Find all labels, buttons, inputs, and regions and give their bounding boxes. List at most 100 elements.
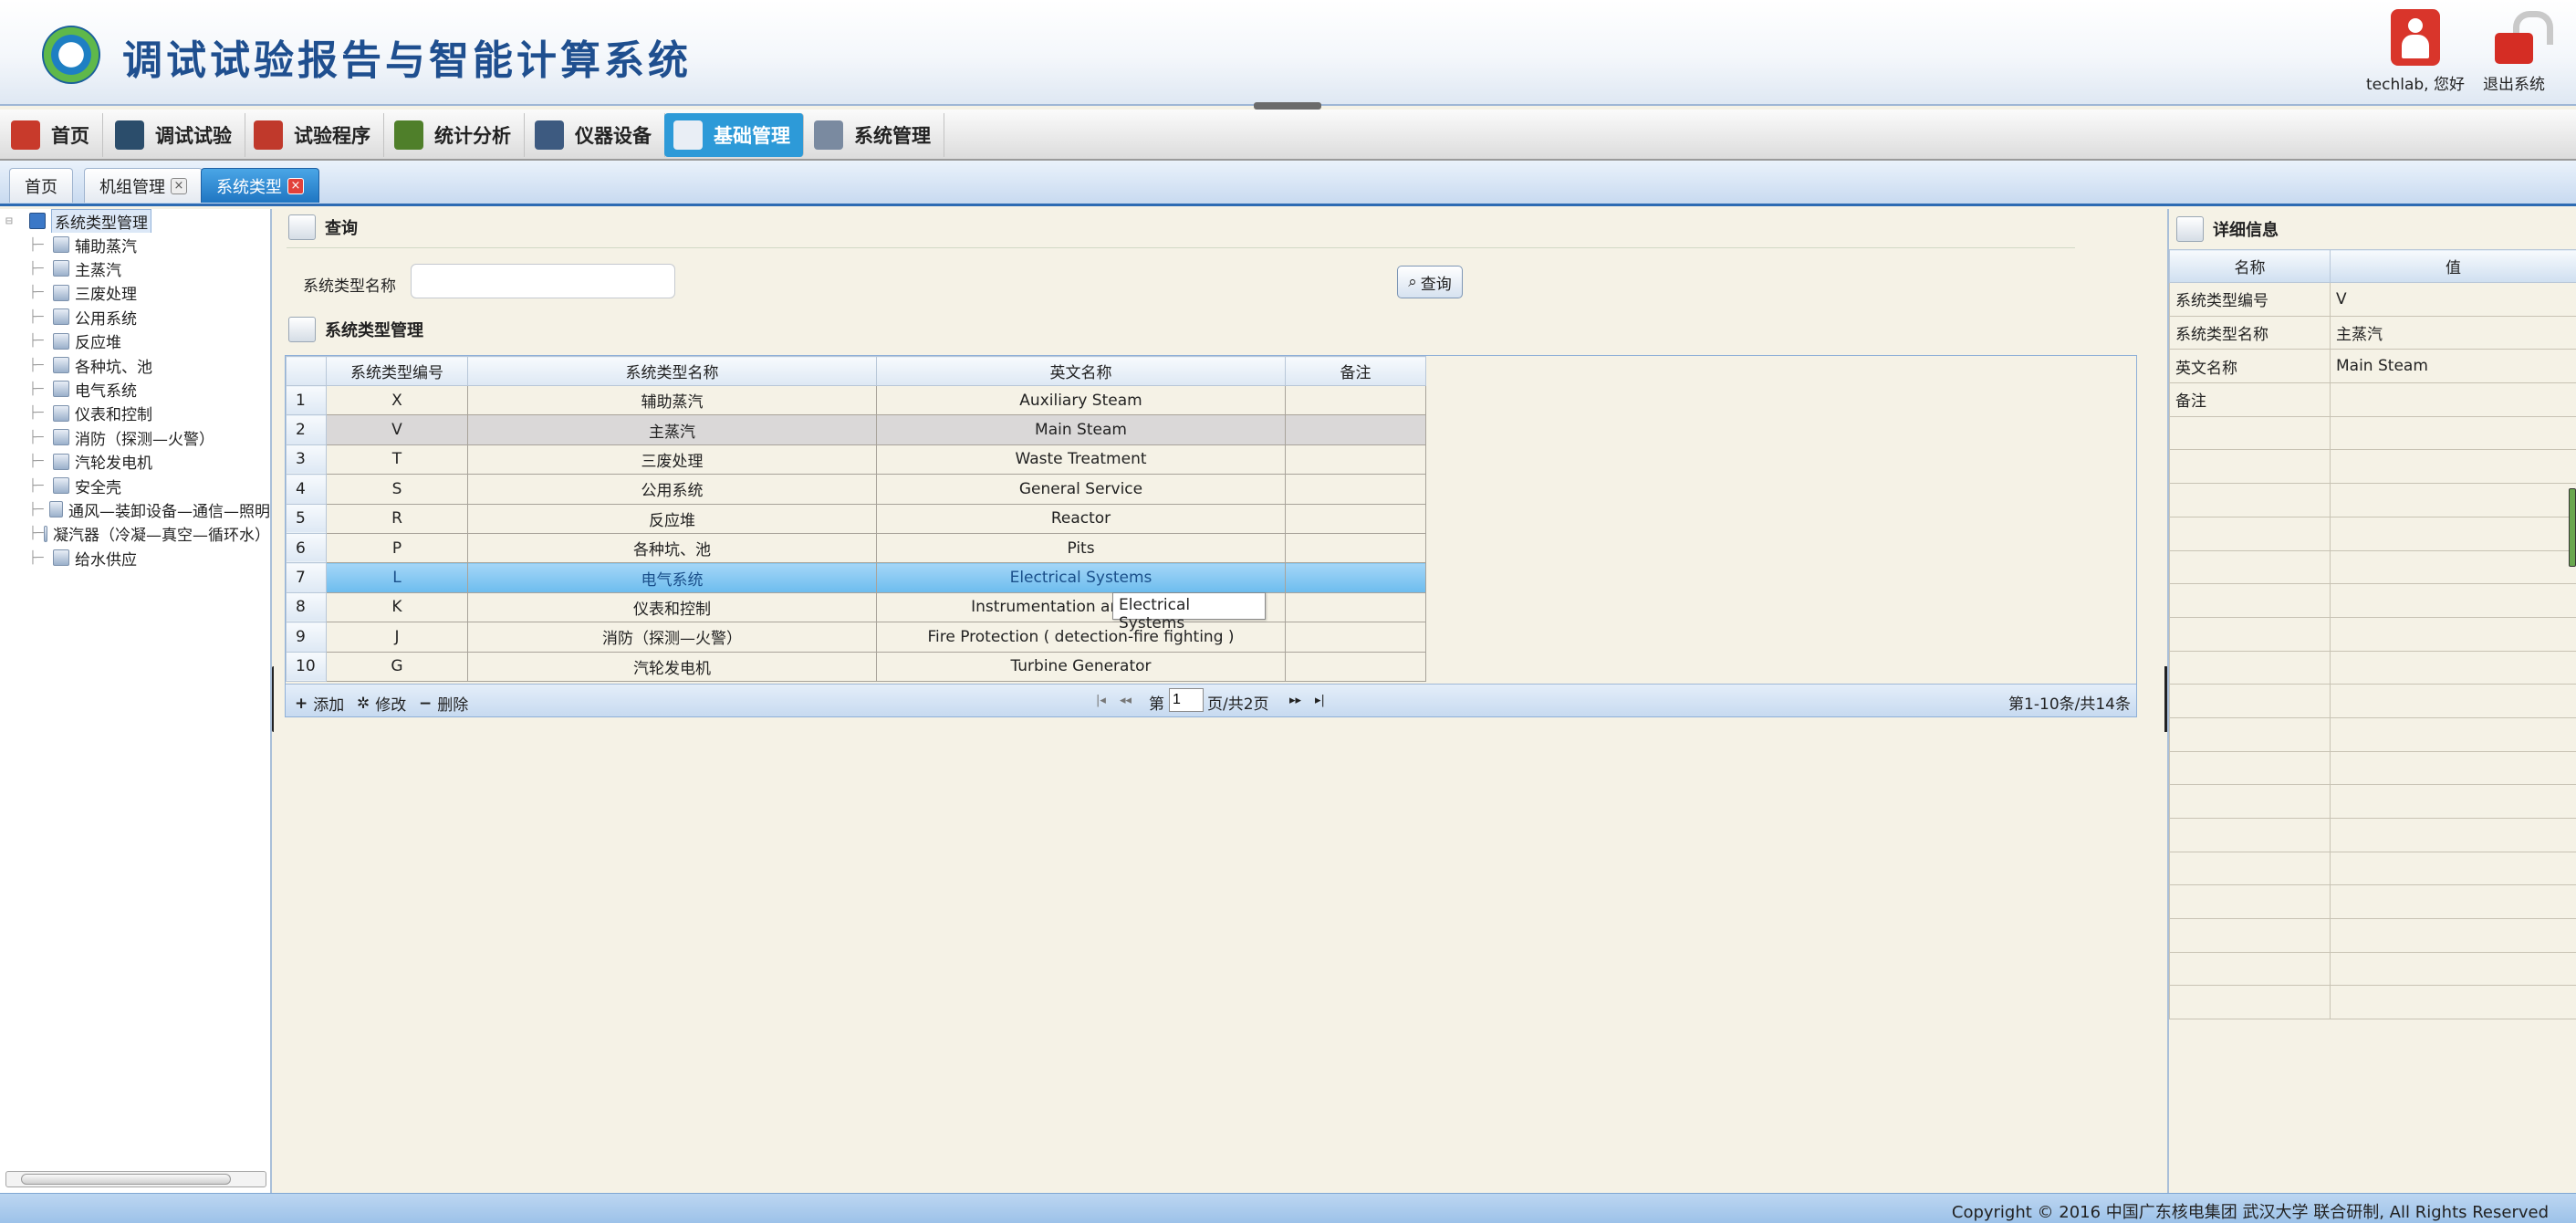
logout-button[interactable]: 退出系统 [2464, 9, 2564, 94]
tree-horizontal-scrollbar[interactable] [5, 1171, 266, 1187]
tree-item[interactable]: ├─ 凝汽器（冷凝—真空—循环水） [0, 522, 270, 546]
nav-item-instruments[interactable]: 仪器设备 [526, 113, 665, 157]
detail-name [2169, 583, 2331, 618]
detail-value [2330, 483, 2576, 517]
first-page-icon[interactable]: |◂ [1096, 694, 1106, 707]
column-header-name[interactable]: 系统类型名称 [467, 356, 877, 386]
table-row[interactable]: 9 J 消防（探测—火警） Fire Protection ( detection-f… [286, 622, 1426, 653]
table-row[interactable]: 5 R 反应堆 Reactor [286, 503, 1426, 534]
cell-code: X [326, 384, 468, 416]
detail-value [2330, 884, 2576, 920]
tree-root[interactable]: ⊟ 系统类型管理 [0, 209, 270, 233]
query-button[interactable]: ⌕ 查询 [1397, 266, 1463, 298]
detail-row [2169, 951, 2576, 987]
nav-item-system-management[interactable]: 系统管理 [805, 113, 944, 157]
detail-name [2169, 716, 2331, 752]
table-row[interactable]: 7 L 电气系统 Electrical Systems [286, 562, 1426, 593]
detail-row [2169, 684, 2576, 718]
detail-row [2169, 549, 2576, 585]
grid-pager: +添加 ✲修改 −删除 |◂ ◂◂ 第 页/共2页 ▸▸ ▸| 第1-10条/共… [286, 684, 2136, 716]
delete-button[interactable]: − 删除 [419, 692, 468, 716]
tab-unit-management[interactable]: 机组管理 × [84, 168, 203, 203]
tree-item[interactable]: ├─ 反应堆 [0, 329, 270, 353]
tree-item[interactable]: ├─ 主蒸汽 [0, 256, 270, 280]
table-row[interactable]: 4 S 公用系统 General Service [286, 474, 1426, 505]
gauge-icon [115, 120, 144, 150]
close-icon[interactable]: × [171, 177, 187, 194]
detail-value [2330, 382, 2576, 417]
cell-name: 消防（探测—火警） [467, 622, 877, 653]
tree-connector: ├─ [29, 527, 44, 541]
app-header: 调试试验报告与智能计算系统 techlab, 您好 退出系统 [0, 0, 2576, 106]
nav-item-procedures[interactable]: 试验程序 [245, 113, 384, 157]
table-row[interactable]: 1 X 辅助蒸汽 Auxiliary Steam [286, 384, 1426, 416]
node-icon [53, 404, 69, 422]
cell-remark [1285, 651, 1426, 682]
table-row[interactable]: 10 G 汽轮发电机 Turbine Generator [286, 651, 1426, 682]
header-collapse-handle[interactable] [1254, 102, 1321, 110]
detail-row [2169, 415, 2576, 451]
user-profile-button[interactable]: techlab, 您好 [2365, 9, 2466, 94]
node-icon [53, 453, 69, 470]
tree-item[interactable]: ├─ 安全壳 [0, 474, 270, 497]
cell-en: Main Steam [876, 414, 1286, 445]
tab-system-type[interactable]: 系统类型 × [201, 168, 319, 203]
edit-button[interactable]: ✲ 修改 [357, 692, 406, 716]
table-row[interactable]: 3 T 三废处理 Waste Treatment [286, 444, 1426, 476]
tree-item[interactable]: ├─ 各种坑、池 [0, 353, 270, 377]
tree-connector: ├─ [29, 309, 44, 324]
tree-item[interactable]: ├─ 通风—装卸设备—通信—照明 [0, 497, 270, 521]
cell-name: 各种坑、池 [467, 532, 877, 564]
page-number-input[interactable] [1169, 688, 1204, 712]
nav-item-commissioning[interactable]: 调试试验 [106, 113, 245, 157]
tree-item[interactable]: ├─ 仪表和控制 [0, 402, 270, 425]
table-row[interactable]: 2 V 主蒸汽 Main Steam [286, 414, 1426, 445]
tree-item[interactable]: ├─ 电气系统 [0, 377, 270, 401]
cell-remark [1285, 444, 1426, 476]
detail-row [2169, 884, 2576, 920]
prev-page-icon[interactable]: ◂◂ [1120, 694, 1132, 707]
unlock-icon [2489, 9, 2539, 66]
last-page-icon[interactable]: ▸| [1315, 694, 1325, 707]
detail-name [2169, 549, 2331, 585]
detail-name: 系统类型编号 [2169, 282, 2331, 317]
user-icon [2391, 9, 2440, 66]
tree-item[interactable]: ├─ 汽轮发电机 [0, 450, 270, 474]
tab-home[interactable]: 首页 [9, 168, 73, 203]
nav-item-statistics[interactable]: 统计分析 [385, 113, 525, 157]
table-row[interactable]: 6 P 各种坑、池 Pits [286, 532, 1426, 564]
tree-connector: ├─ [29, 455, 44, 469]
tree-item[interactable]: ├─ 辅助蒸汽 [0, 233, 270, 256]
column-header-remark[interactable]: 备注 [1285, 356, 1426, 386]
close-icon[interactable]: × [287, 177, 304, 194]
detail-value [2330, 750, 2576, 786]
tree-item[interactable]: ├─ 给水供应 [0, 546, 270, 570]
next-page-icon[interactable]: ▸▸ [1289, 694, 1301, 707]
node-icon [53, 549, 69, 567]
cell-en: Reactor [876, 503, 1286, 534]
node-icon [53, 477, 69, 494]
add-button[interactable]: + 添加 [295, 692, 344, 716]
cell-en: Turbine Generator [876, 651, 1286, 682]
detail-name [2169, 784, 2331, 819]
books-icon [535, 120, 564, 150]
detail-header-name: 名称 [2169, 249, 2331, 283]
cell-name: 辅助蒸汽 [467, 384, 877, 416]
nav-item-home[interactable]: 首页 [2, 113, 103, 157]
collapse-icon[interactable]: ⊟ [5, 214, 29, 228]
system-type-grid: 系统类型编号 系统类型名称 英文名称 备注 1 X 辅助蒸汽 Auxiliary St… [285, 355, 2137, 717]
nav-item-base-management[interactable]: 基础管理 [664, 113, 804, 157]
system-type-name-input[interactable] [411, 264, 675, 298]
column-header-code[interactable]: 系统类型编号 [326, 356, 468, 386]
tree-item[interactable]: ├─ 公用系统 [0, 305, 270, 329]
system-type-tree: ⊟ 系统类型管理 ├─ 辅助蒸汽 ├─ 主蒸汽 ├─ 三废处理 ├─ 公用系统 ├─ 反应堆 ├─ 各种坑… [0, 209, 272, 1193]
column-header-english[interactable]: 英文名称 [876, 356, 1286, 386]
detail-scroll-handle[interactable] [2569, 488, 2576, 567]
cell-code: S [326, 474, 468, 505]
tree-item[interactable]: ├─ 消防（探测—火警） [0, 425, 270, 449]
detail-value [2330, 449, 2576, 485]
detail-row [2169, 616, 2576, 652]
tree-connector: ├─ [29, 406, 44, 421]
detail-value [2330, 985, 2576, 1020]
tree-item[interactable]: ├─ 三废处理 [0, 281, 270, 305]
